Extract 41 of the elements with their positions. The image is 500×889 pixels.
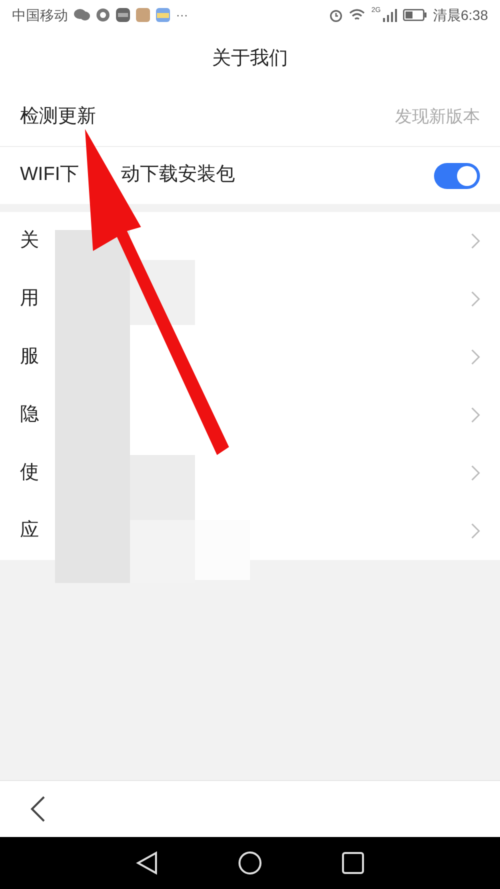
menu-row[interactable]: 用 (0, 270, 500, 328)
row-label: 服 (20, 344, 39, 369)
chevron-right-icon (471, 465, 480, 481)
menu-row[interactable]: 隐 (0, 386, 500, 444)
home-icon[interactable] (238, 851, 262, 875)
toggle-switch[interactable] (434, 162, 480, 188)
chevron-right-icon (471, 407, 480, 423)
app-icon (136, 8, 150, 22)
row-label: 用 (20, 286, 39, 311)
chevron-right-icon (471, 291, 480, 307)
wifi-icon (349, 8, 366, 22)
more-notifications: ··· (176, 7, 188, 24)
clock-time: 清晨6:38 (432, 6, 488, 24)
nav-back-icon[interactable] (136, 851, 158, 875)
battery-icon (402, 9, 427, 21)
row-label: 动下载安装包 (121, 163, 236, 188)
chevron-right-icon (471, 523, 480, 539)
row-label: 检测更新 (20, 104, 96, 129)
settings-row[interactable]: 检测更新 发现新版本 (0, 88, 500, 146)
app-icon (96, 8, 110, 22)
row-label: 关 (20, 228, 39, 253)
row-value: 发现新版本 (395, 106, 480, 128)
chevron-right-icon (471, 349, 480, 365)
row-label: 使 (20, 460, 39, 485)
page-title: 关于我们 (212, 46, 288, 71)
app-icon (116, 8, 130, 22)
menu-row[interactable]: 应 (0, 502, 500, 560)
back-icon[interactable] (30, 796, 46, 822)
recents-icon[interactable] (342, 852, 364, 874)
alarm-icon (329, 8, 344, 22)
chat-icon (74, 9, 90, 21)
row-label: 应 (20, 518, 39, 543)
row-label: 隐 (20, 402, 39, 427)
chevron-right-icon (471, 233, 480, 249)
menu-row[interactable]: 服 (0, 328, 500, 386)
menu-row[interactable]: 使 (0, 444, 500, 502)
row-label: WIFI下 (20, 163, 80, 188)
signal-icon (382, 8, 397, 22)
app-icon (156, 8, 170, 22)
menu-row[interactable]: 关 (0, 212, 500, 270)
carrier-name: 中国移动 (12, 6, 68, 24)
